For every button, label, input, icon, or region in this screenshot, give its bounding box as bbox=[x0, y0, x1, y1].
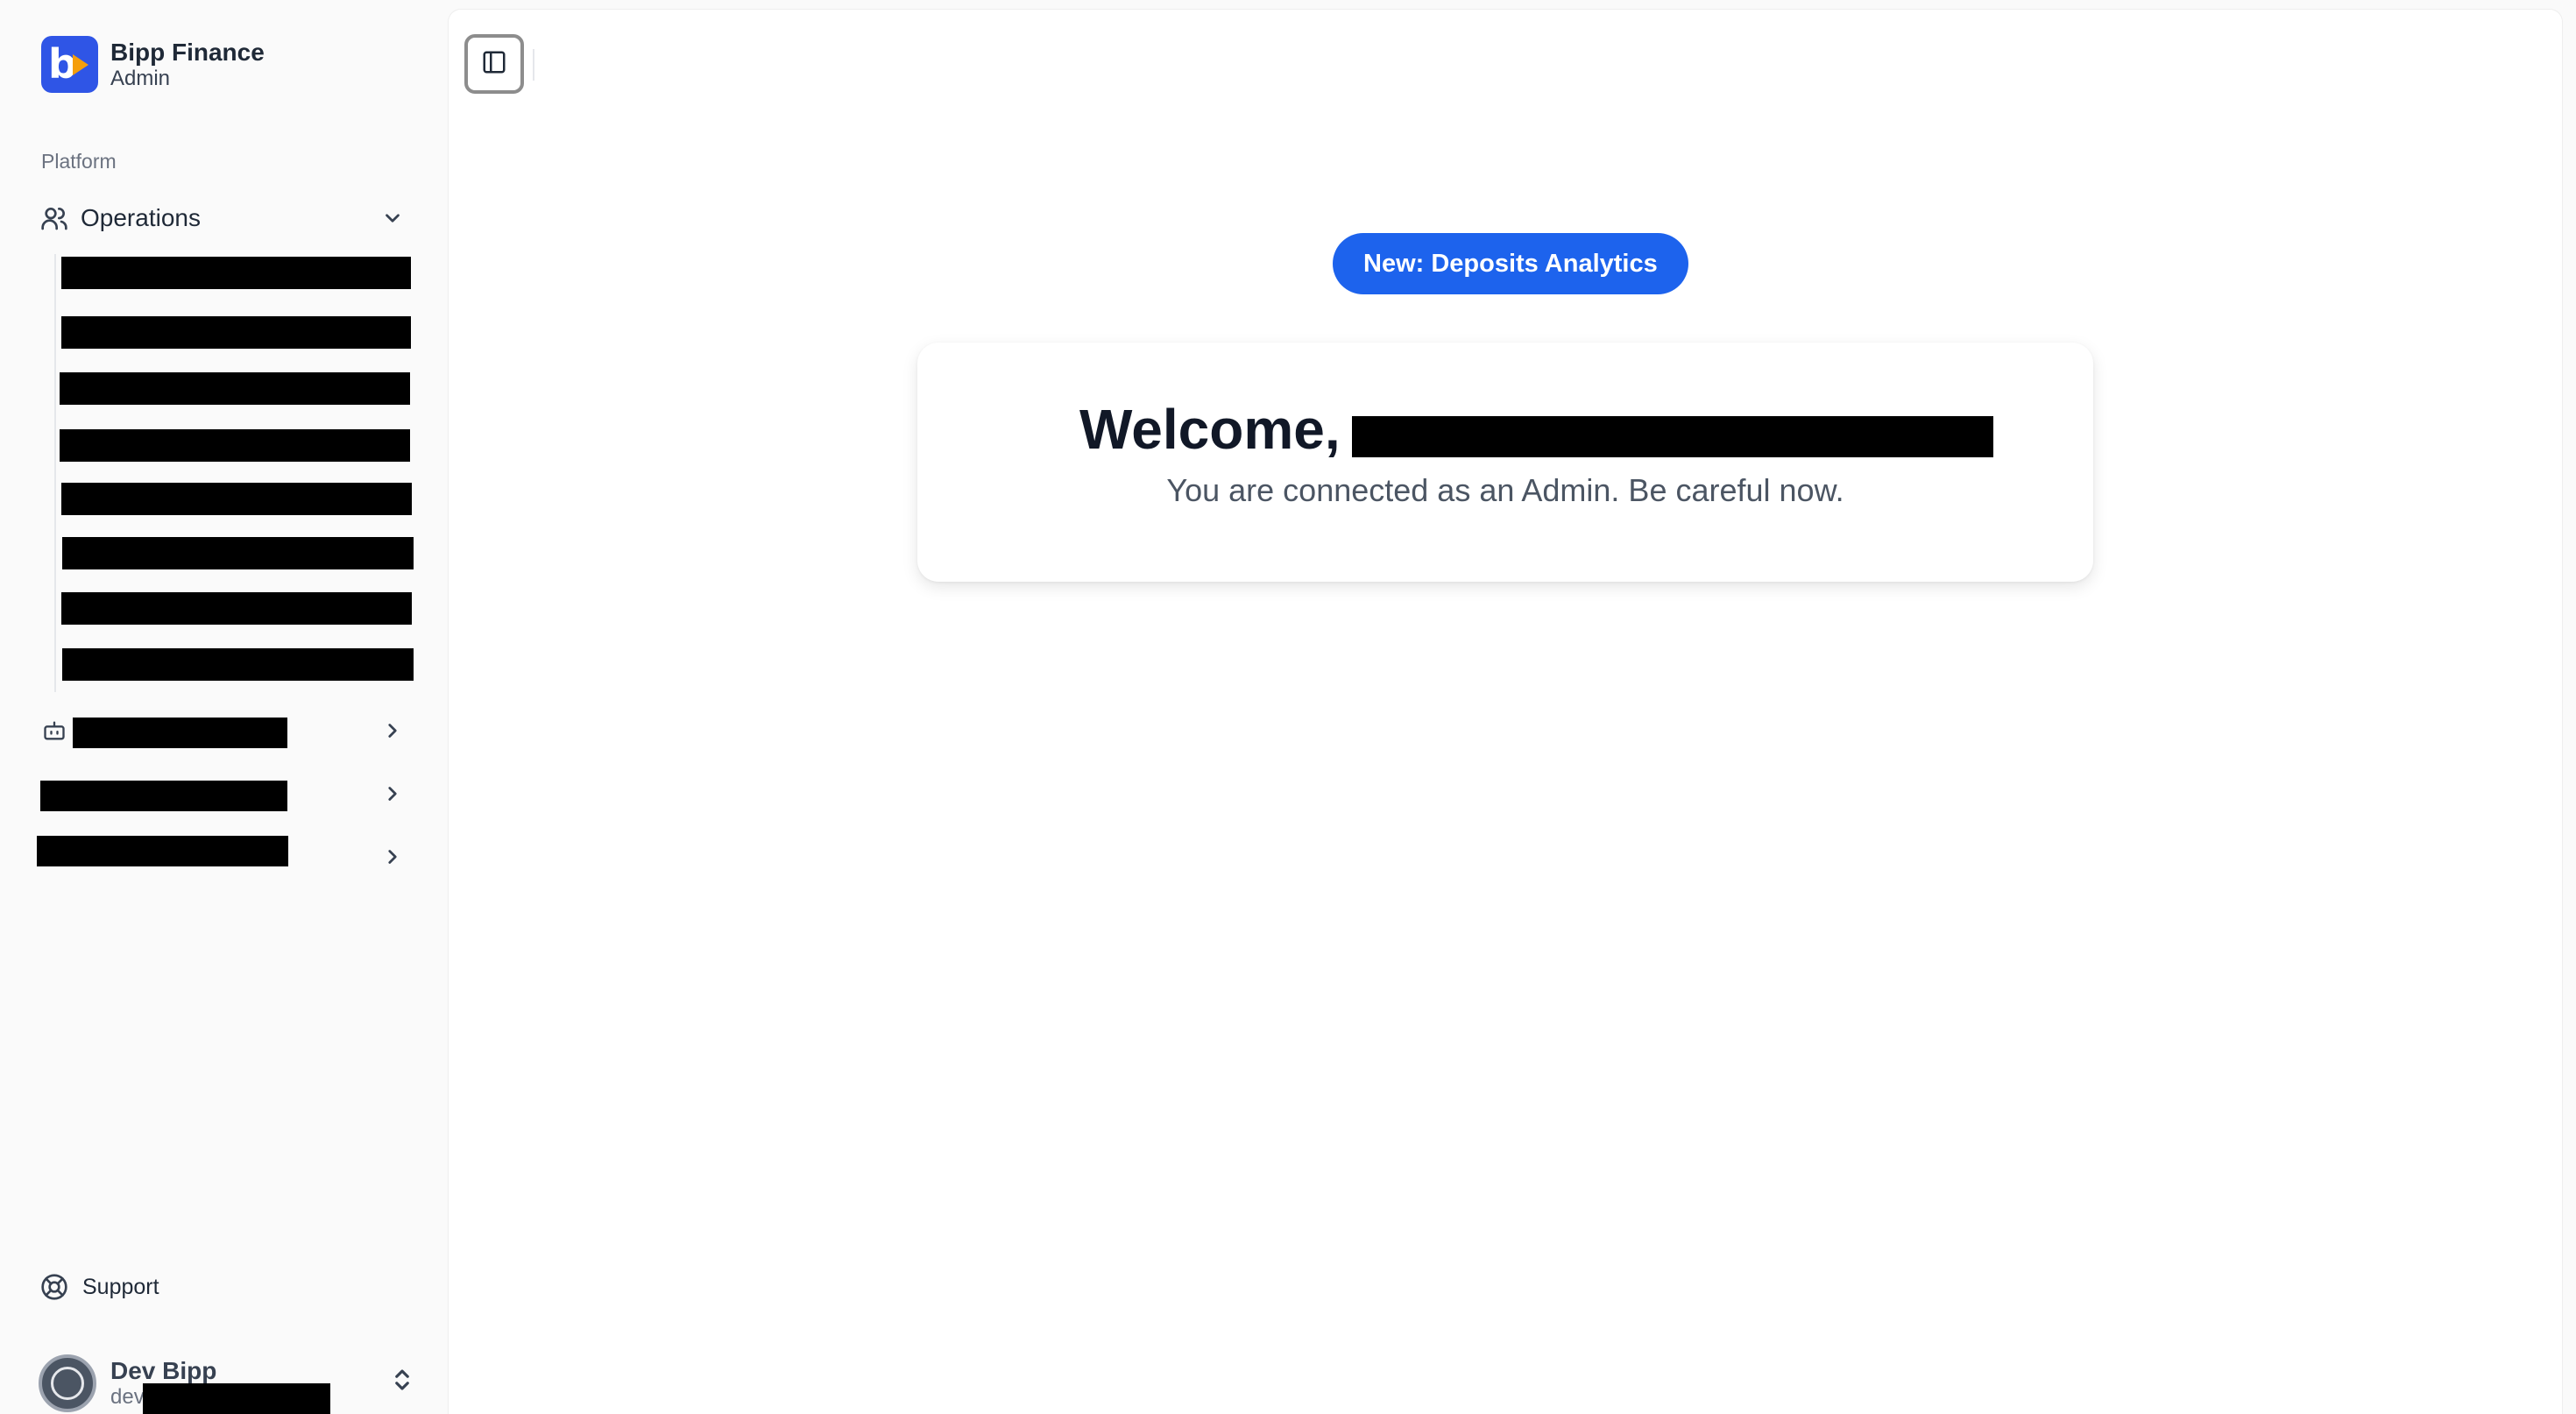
submenu-item-redacted[interactable] bbox=[61, 316, 411, 349]
submenu-item-redacted[interactable] bbox=[61, 483, 412, 515]
welcome-title: Welcome, bbox=[1079, 397, 1341, 462]
chevron-right-icon bbox=[377, 715, 408, 746]
sidebar-toggle-button[interactable] bbox=[464, 34, 524, 94]
panel-left-icon bbox=[481, 49, 507, 80]
nav-label-redacted bbox=[73, 718, 287, 748]
submenu-item-redacted[interactable] bbox=[60, 429, 410, 462]
nav-label-redacted bbox=[37, 836, 288, 866]
user-email-redacted bbox=[143, 1383, 330, 1414]
user-menu[interactable]: Dev Bipp dev bbox=[39, 1353, 415, 1414]
welcome-subtitle: You are connected as an Admin. Be carefu… bbox=[1166, 472, 1844, 508]
support-link[interactable]: Support bbox=[39, 1268, 159, 1306]
submenu-item-redacted[interactable] bbox=[61, 592, 412, 625]
chevron-right-icon bbox=[377, 778, 408, 810]
nav-group-redacted[interactable] bbox=[39, 773, 415, 815]
section-label-platform: Platform bbox=[41, 150, 117, 173]
submenu-item-redacted[interactable] bbox=[62, 537, 414, 569]
welcome-card: Welcome, You are connected as an Admin. … bbox=[917, 343, 2093, 582]
user-name: Dev Bipp bbox=[110, 1357, 217, 1385]
nav-group-operations[interactable]: Operations bbox=[39, 197, 415, 239]
welcome-prefix: Welcome, bbox=[1079, 398, 1341, 461]
chevrons-up-down-icon bbox=[389, 1367, 415, 1397]
bot-icon bbox=[39, 715, 70, 746]
toolbar-separator bbox=[533, 49, 534, 81]
submenu-item-redacted[interactable] bbox=[62, 648, 414, 681]
submenu-guide-line bbox=[54, 254, 56, 692]
nav-label-redacted bbox=[40, 781, 287, 811]
nav-group-redacted[interactable] bbox=[37, 836, 415, 878]
brand-name: Bipp Finance bbox=[110, 38, 265, 66]
sidebar: b Bipp Finance Admin Platform Operations bbox=[0, 0, 447, 1414]
nav-group-bot[interactable] bbox=[39, 710, 415, 752]
lifebuoy-icon bbox=[39, 1271, 70, 1303]
chevron-right-icon bbox=[377, 841, 408, 873]
support-label: Support bbox=[82, 1274, 159, 1299]
avatar bbox=[39, 1354, 96, 1412]
logo-arrow bbox=[73, 54, 88, 75]
submenu-item-redacted[interactable] bbox=[60, 372, 410, 405]
bipp-logo-icon: b bbox=[41, 36, 98, 93]
deposits-analytics-button[interactable]: New: Deposits Analytics bbox=[1333, 233, 1688, 294]
nav-group-label: Operations bbox=[81, 204, 201, 231]
main-content: New: Deposits Analytics Welcome, You are… bbox=[449, 10, 2562, 1414]
brand-header[interactable]: b Bipp Finance Admin bbox=[41, 36, 265, 93]
welcome-name-redacted bbox=[1352, 416, 1993, 457]
submenu-item-redacted[interactable] bbox=[61, 257, 411, 289]
users-icon bbox=[39, 202, 70, 234]
chevron-down-icon bbox=[377, 202, 408, 234]
brand-role: Admin bbox=[110, 66, 171, 90]
